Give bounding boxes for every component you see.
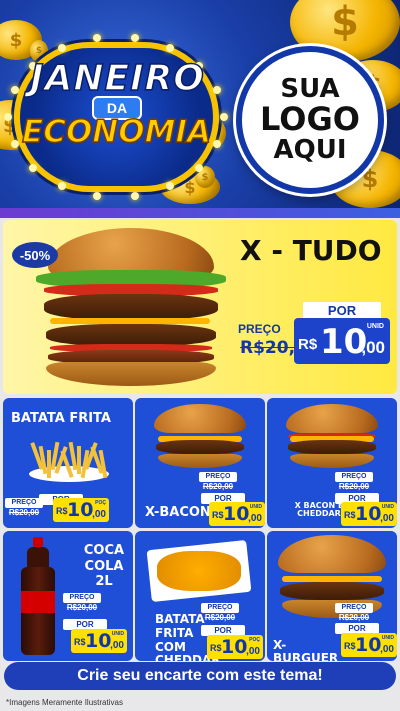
product-price: R$ 10,00 UNID bbox=[71, 629, 127, 653]
currency: R$ bbox=[344, 510, 356, 520]
discount-badge: -50% bbox=[12, 242, 58, 268]
product-name: X BACON E CHEDDAR bbox=[294, 501, 344, 519]
marquee-bulb bbox=[130, 191, 139, 200]
fries-image bbox=[29, 438, 109, 482]
product-card[interactable]: COCA COLA 2L PREÇO R$20,00 POR R$ 10,00 UNID bbox=[3, 531, 133, 661]
marquee-bulb bbox=[213, 85, 222, 94]
marquee-bulb bbox=[58, 43, 66, 52]
product-card[interactable]: X BACON E CHEDDAR PREÇO R$20,00 POR R$ 10,00 U… bbox=[267, 398, 397, 528]
price-int: 10 bbox=[221, 636, 248, 658]
divider-band bbox=[0, 208, 400, 218]
preco-label: PREÇO bbox=[335, 472, 373, 482]
logo-text-line: AQUI bbox=[273, 134, 347, 165]
old-price: R$20,00 bbox=[338, 482, 370, 491]
product-card[interactable]: X-BURGUER PREÇO R$20,00 POR R$ 10,00 UNID bbox=[267, 531, 397, 661]
marquee-bulb bbox=[29, 164, 38, 173]
price-dec: ,00 bbox=[380, 644, 394, 655]
currency: R$ bbox=[344, 641, 356, 651]
unit-label: UNID bbox=[111, 631, 124, 637]
old-price: R$20,00 bbox=[202, 482, 234, 491]
marquee-bulb bbox=[10, 85, 19, 94]
price-int: 10 bbox=[67, 499, 94, 521]
featured-title: X - TUDO bbox=[240, 234, 382, 267]
unit-label: UNID bbox=[381, 635, 394, 641]
product-price: R$ 10,00 POÇ bbox=[53, 498, 109, 522]
logo-text-line: LOGO bbox=[260, 100, 360, 139]
logo-placeholder: SUA LOGO AQUI bbox=[236, 46, 384, 194]
price-dec: ,00 bbox=[110, 640, 124, 651]
currency: R$ bbox=[212, 510, 224, 520]
price-int: 10 bbox=[85, 630, 112, 652]
old-price: R$20,00 bbox=[204, 613, 236, 622]
marquee-bulb bbox=[130, 34, 139, 43]
burger-image bbox=[286, 404, 378, 474]
price-int: 10 bbox=[320, 322, 368, 362]
unit-label: UNID bbox=[381, 504, 394, 510]
cta-button[interactable]: Crie seu encarte com este tema! bbox=[4, 662, 396, 690]
featured-price: R$ 10 ,00 UNID bbox=[294, 318, 390, 364]
price-dec: ,00 bbox=[248, 513, 262, 524]
price-dec: ,00 bbox=[380, 513, 394, 524]
old-price: R$20,00 bbox=[66, 603, 98, 612]
preco-label: PREÇO bbox=[201, 603, 239, 613]
title-janeiro: JANEIRO bbox=[29, 57, 205, 100]
unit-label: POÇ bbox=[95, 500, 106, 506]
preco-label: PREÇO bbox=[335, 603, 373, 613]
price-int: 10 bbox=[355, 634, 382, 656]
marquee-bulb bbox=[220, 113, 228, 121]
unit-label: UNID bbox=[249, 504, 262, 510]
preco-label: PREÇO bbox=[63, 593, 101, 603]
hero-banner: $ $ $ $ $ $ $ $ $ JANEIRO DA ECONOMIA SU… bbox=[0, 0, 400, 212]
coca-cola-bottle-image bbox=[19, 537, 57, 657]
footnote: *Imagens Meramente Ilustrativas bbox=[6, 698, 123, 707]
product-price: R$ 10,00 UNID bbox=[341, 502, 397, 526]
preco-label: PREÇO bbox=[5, 498, 43, 508]
product-card[interactable]: X-BACON PREÇO R$20,00 POR R$ 10,00 UNID bbox=[135, 398, 265, 528]
old-price: R$20,00 bbox=[8, 508, 40, 517]
product-name: X-BACON bbox=[145, 505, 211, 520]
product-name: COCA COLA 2L bbox=[83, 543, 125, 590]
unit-label: UNID bbox=[366, 323, 384, 330]
marquee-bulb bbox=[166, 43, 174, 52]
currency: R$ bbox=[298, 336, 318, 353]
title-economia: ECONOMIA bbox=[21, 113, 211, 151]
marquee-bulb bbox=[58, 182, 66, 191]
price-dec: ,00 bbox=[92, 509, 106, 520]
por-label: POR bbox=[303, 302, 381, 319]
marquee-bulb bbox=[4, 113, 12, 121]
unit-label: POÇ bbox=[249, 637, 260, 643]
currency: R$ bbox=[74, 637, 86, 647]
price-int: 10 bbox=[223, 503, 250, 525]
marquee-bulb bbox=[93, 34, 102, 43]
price-int: 10 bbox=[355, 503, 382, 525]
product-price: R$ 10,00 UNID bbox=[341, 633, 397, 657]
preco-label: PREÇO bbox=[199, 472, 237, 482]
cheddar-fries-image bbox=[146, 537, 252, 603]
preco-label: PREÇO bbox=[238, 322, 281, 336]
burger-image bbox=[154, 404, 246, 474]
price-dec: ,00 bbox=[361, 338, 385, 357]
currency: R$ bbox=[56, 506, 68, 516]
product-card[interactable]: BATATA FRITAPREÇOR$20,00PORR$10,00POÇ bbox=[3, 398, 133, 528]
marquee-bulb bbox=[93, 191, 102, 200]
currency: R$ bbox=[210, 643, 222, 653]
product-card[interactable]: BATATA FRITA COM CHEDDAR PREÇO R$20,00 POR R… bbox=[135, 531, 265, 661]
old-price: R$20,00 bbox=[338, 613, 370, 622]
burger-image bbox=[36, 228, 226, 388]
logo-text-line: SUA bbox=[280, 73, 340, 104]
product-name: BATATA FRITA bbox=[11, 411, 111, 426]
product-name: X-BURGUER bbox=[273, 638, 339, 661]
product-price: R$ 10,00 POÇ bbox=[207, 635, 263, 659]
price-dec: ,00 bbox=[246, 646, 260, 657]
product-price: R$ 10,00 UNID bbox=[209, 502, 265, 526]
